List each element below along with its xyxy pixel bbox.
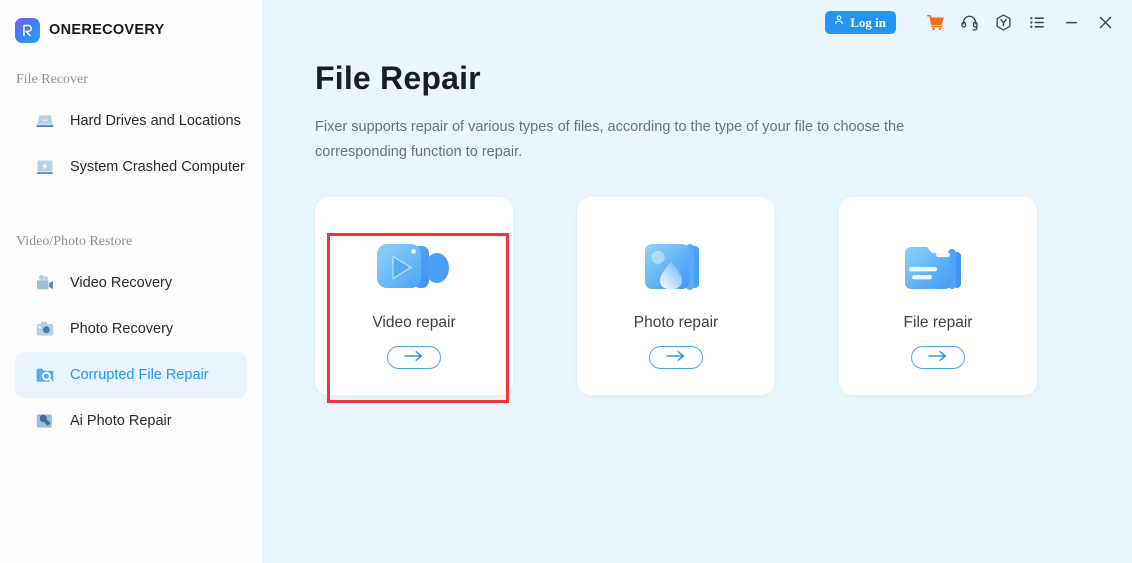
sidebar-item-label: Ai Photo Repair — [70, 413, 172, 429]
photo-repair-icon — [630, 228, 722, 304]
topbar: Log in — [263, 0, 1132, 38]
app-window: ONERECOVERY File Recover Hard Drives and… — [0, 0, 1132, 563]
sidebar-item-system-crashed-computer[interactable]: System Crashed Computer — [15, 144, 247, 190]
crashed-computer-icon — [33, 155, 57, 179]
card-arrow-button-photo-repair[interactable] — [649, 346, 703, 369]
card-arrow-button-file-repair[interactable] — [911, 346, 965, 369]
card-photo-repair[interactable]: Photo repair — [577, 197, 775, 395]
login-button[interactable]: Log in — [825, 10, 896, 34]
sidebar-item-label: Video Recovery — [70, 275, 173, 291]
sidebar-group-label-video-photo-restore: Video/Photo Restore — [16, 234, 133, 249]
card-arrow-button-video-repair[interactable] — [387, 346, 441, 369]
page-title: File Repair — [315, 60, 481, 96]
arrow-right-icon — [402, 349, 426, 367]
sidebar-item-ai-photo-repair[interactable]: Ai Photo Repair — [15, 398, 247, 444]
camera-icon — [33, 317, 57, 341]
sidebar-item-video-recovery[interactable]: Video Recovery — [15, 260, 247, 306]
brand: ONERECOVERY — [0, 0, 262, 46]
file-repair-icon — [33, 363, 57, 387]
card-file-repair[interactable]: File repair — [839, 197, 1037, 395]
card-label: Video repair — [372, 314, 456, 331]
main-panel: Log in File Repair Fixer supports repair… — [263, 0, 1132, 563]
sidebar-item-hard-drives-and-locations[interactable]: Hard Drives and Locations — [15, 98, 247, 144]
sidebar-item-label: Hard Drives and Locations — [70, 113, 241, 129]
sidebar-item-label: Photo Recovery — [70, 321, 174, 337]
content: File Repair Fixer supports repair of var… — [263, 38, 1132, 395]
card-label: File repair — [903, 314, 973, 331]
login-button-label: Log in — [850, 14, 886, 30]
sidebar-group-label-file-recover: File Recover — [16, 72, 88, 87]
hard-drive-icon — [33, 109, 57, 133]
cart-icon[interactable] — [918, 7, 952, 37]
page-description: Fixer supports repair of various types o… — [315, 119, 905, 160]
sidebar-item-corrupted-file-repair[interactable]: Corrupted File Repair — [15, 352, 247, 398]
video-repair-icon — [368, 228, 460, 304]
minimize-icon[interactable] — [1054, 7, 1088, 37]
sidebar-item-label: System Crashed Computer — [70, 159, 245, 175]
list-menu-icon[interactable] — [1020, 7, 1054, 37]
cards-row: Video repair Photo repair File repair — [315, 197, 1132, 395]
headset-support-icon[interactable] — [952, 7, 986, 37]
sidebar-item-label: Corrupted File Repair — [70, 367, 209, 383]
shield-badge-icon[interactable] — [986, 7, 1020, 37]
ai-photo-repair-icon — [33, 409, 57, 433]
onerecovery-logo-icon — [15, 17, 40, 43]
sidebar: ONERECOVERY File Recover Hard Drives and… — [0, 0, 263, 563]
card-video-repair[interactable]: Video repair — [315, 197, 513, 395]
arrow-right-icon — [664, 349, 688, 367]
file-repair-folder-icon — [892, 228, 984, 304]
video-camera-icon — [33, 271, 57, 295]
card-label: Photo repair — [633, 314, 719, 331]
user-icon — [833, 13, 845, 31]
brand-name: ONERECOVERY — [49, 22, 165, 38]
sidebar-item-photo-recovery[interactable]: Photo Recovery — [15, 306, 247, 352]
close-icon[interactable] — [1088, 7, 1122, 37]
arrow-right-icon — [926, 349, 950, 367]
